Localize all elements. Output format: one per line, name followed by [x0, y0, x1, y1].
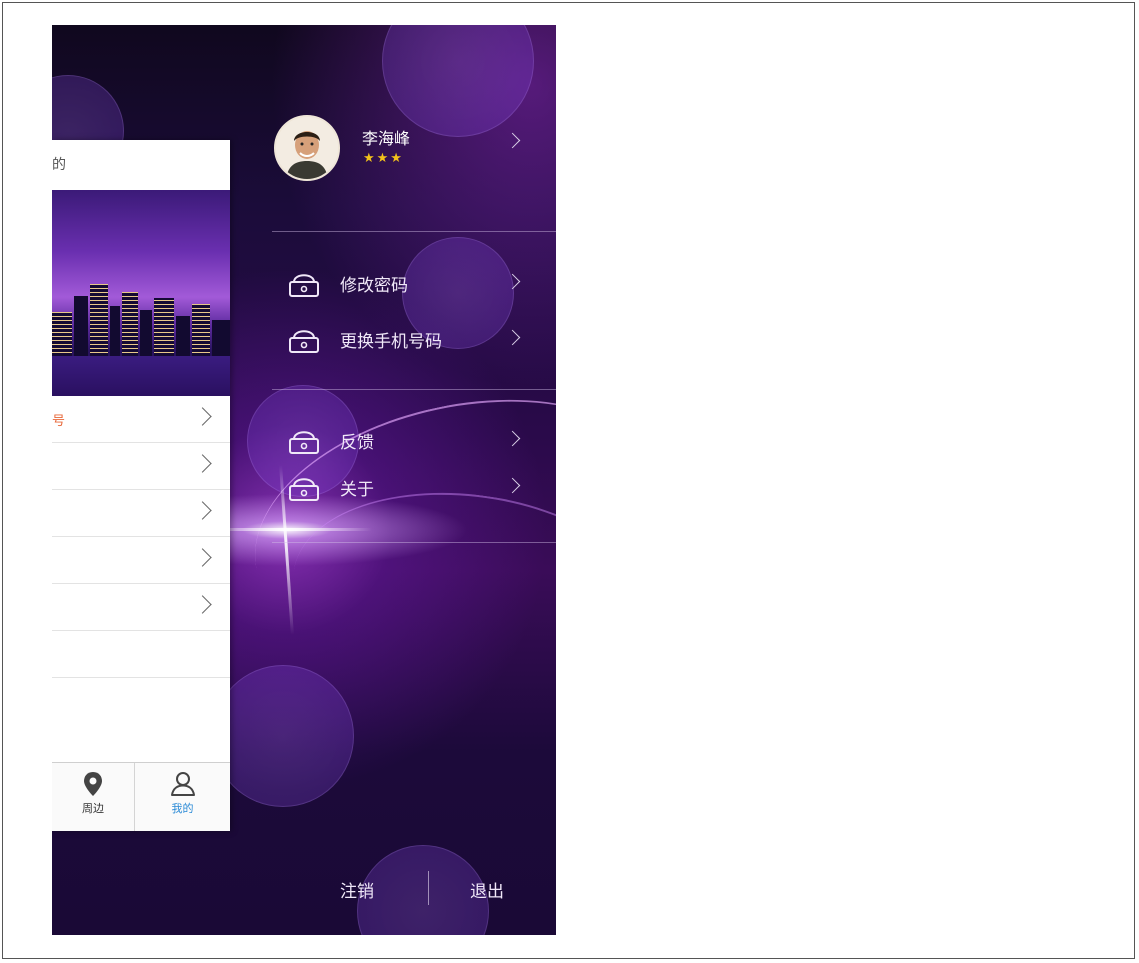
menu-item-label: 关于 — [340, 480, 374, 500]
card-header-text: 的 — [52, 157, 66, 173]
logout-button[interactable]: 注销 — [340, 877, 374, 902]
list-item[interactable] — [52, 584, 230, 631]
footer-separator — [428, 871, 429, 905]
tab-nearby-label: 周边 — [82, 802, 104, 815]
tab-mine-label: 我的 — [171, 802, 194, 815]
chevron-right-icon — [193, 454, 212, 473]
bg-bubble — [212, 665, 354, 807]
menu-item-label: 反馈 — [340, 433, 374, 453]
lock-icon — [289, 330, 319, 353]
tab-mine[interactable]: 我的 — [135, 763, 230, 831]
chevron-right-icon — [193, 501, 212, 520]
menu-item-label: 修改密码 — [340, 276, 408, 296]
chevron-right-icon — [504, 477, 521, 494]
list-item[interactable] — [52, 443, 230, 490]
card-list: 号 — [52, 396, 230, 678]
profile-chevron-right-icon[interactable] — [504, 132, 521, 149]
main-content-card: 的 号 周边 我的 — [52, 140, 230, 831]
list-item-text: 号 — [52, 414, 66, 429]
chevron-right-icon — [193, 407, 212, 426]
chevron-right-icon — [504, 329, 521, 346]
lock-icon — [289, 274, 319, 297]
user-name: 李海峰 — [362, 129, 411, 148]
location-pin-icon — [84, 772, 102, 796]
bg-bubble — [382, 25, 534, 137]
lock-icon — [289, 478, 319, 501]
list-item[interactable] — [52, 631, 230, 678]
chevron-right-icon — [504, 273, 521, 290]
menu-item-label: 更换手机号码 — [340, 332, 442, 352]
tab-nearby[interactable]: 周边 — [52, 763, 135, 831]
menu-item-change-phone[interactable]: 更换手机号码 — [282, 319, 556, 359]
city-banner-image[interactable] — [52, 190, 230, 396]
menu-divider — [272, 542, 556, 543]
menu-divider — [272, 389, 556, 390]
lock-icon — [289, 431, 319, 454]
exit-button[interactable]: 退出 — [470, 877, 504, 902]
list-item[interactable] — [52, 537, 230, 584]
menu-divider — [272, 231, 556, 232]
avatar[interactable] — [274, 115, 340, 181]
avatar-portrait-icon — [276, 117, 338, 179]
user-icon — [170, 772, 195, 796]
list-item[interactable] — [52, 490, 230, 537]
phone-screen: 的 号 周边 我的 李海峰 ★★★ 修改密码 更换手机号码 反馈 关于 注销 退… — [52, 25, 556, 935]
chevron-right-icon — [193, 595, 212, 614]
menu-item-change-password[interactable]: 修改密码 — [282, 263, 556, 303]
menu-item-about[interactable]: 关于 — [282, 467, 556, 507]
chevron-right-icon — [504, 430, 521, 447]
chevron-right-icon — [193, 548, 212, 567]
card-header: 的 — [52, 140, 230, 191]
user-rating-stars: ★★★ — [363, 151, 404, 166]
menu-item-feedback[interactable]: 反馈 — [282, 420, 556, 460]
list-item[interactable]: 号 — [52, 396, 230, 443]
bottom-tab-bar: 周边 我的 — [52, 762, 230, 831]
